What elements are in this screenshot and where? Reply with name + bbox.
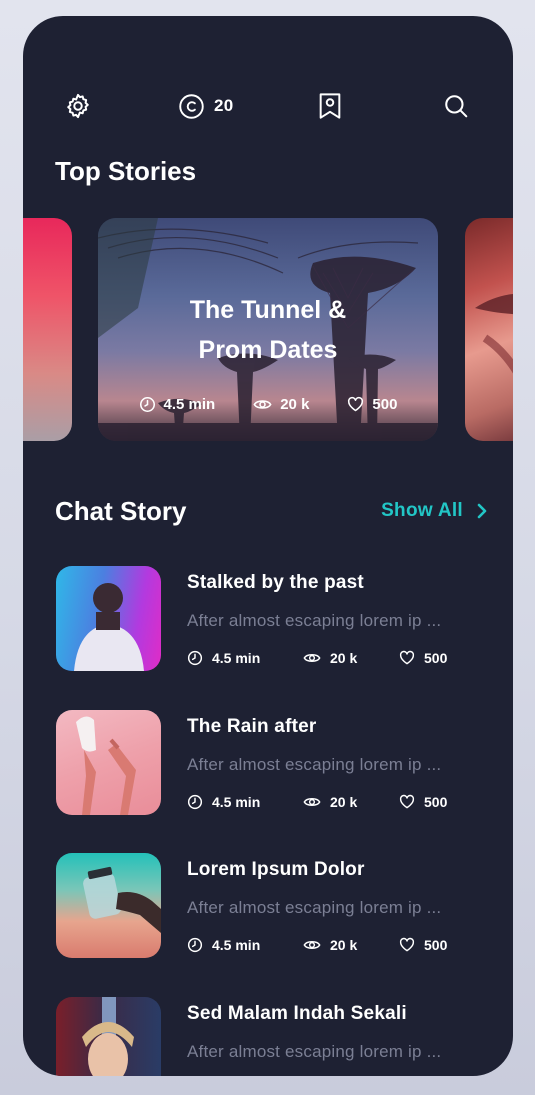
- featured-story-meta: 4.5 min 20 k 500: [98, 396, 438, 413]
- bookmarks-button[interactable]: [315, 91, 345, 121]
- duration-value: 4.5 min: [212, 937, 261, 953]
- list-item[interactable]: Stalked by the past After almost escapin…: [56, 566, 496, 671]
- eye-icon: [303, 654, 321, 662]
- views-stat: 20 k: [303, 650, 399, 666]
- story-description: After almost escaping lorem ip ...: [187, 1042, 442, 1061]
- likes-stat: 500: [347, 396, 397, 413]
- clock-icon: [187, 794, 203, 810]
- story-meta: 4.5 min 20 k 500: [187, 794, 447, 810]
- phone-screen: 20 Top Stories The Tunnel & Prom Dates 4…: [23, 16, 513, 1076]
- featured-title-line2: Prom Dates: [198, 336, 338, 364]
- likes-value: 500: [424, 937, 448, 953]
- story-title: The Rain after: [187, 716, 317, 737]
- eye-icon: [303, 941, 321, 949]
- top-stories-heading: Top Stories: [55, 156, 197, 186]
- top-bar: 20: [23, 91, 513, 121]
- likes-stat: 500: [399, 650, 447, 666]
- story-title: Lorem Ipsum Dolor: [187, 859, 365, 880]
- duration-stat: 4.5 min: [139, 396, 216, 413]
- settings-button[interactable]: [63, 91, 93, 121]
- featured-story-card[interactable]: The Tunnel & Prom Dates 4.5 min 20 k 500: [98, 218, 438, 441]
- views-value: 20 k: [330, 650, 358, 666]
- eye-icon: [303, 798, 321, 806]
- gear-icon: [67, 93, 89, 119]
- coin-icon: [179, 93, 204, 119]
- story-description: After almost escaping lorem ip ...: [187, 611, 442, 630]
- featured-title-line1: The Tunnel &: [189, 296, 347, 324]
- coin-count: 20: [214, 96, 234, 115]
- story-meta: 4.5 min 20 k 500: [187, 650, 447, 666]
- list-item[interactable]: Lorem Ipsum Dolor After almost escaping …: [56, 853, 496, 958]
- likes-value: 500: [424, 650, 448, 666]
- likes-value: 500: [372, 396, 398, 413]
- featured-story-title: The Tunnel & Prom Dates: [98, 290, 438, 370]
- clock-icon: [187, 937, 203, 953]
- coin-balance[interactable]: 20: [178, 91, 234, 121]
- views-value: 20 k: [330, 794, 358, 810]
- search-icon: [445, 95, 468, 118]
- likes-value: 500: [424, 794, 448, 810]
- story-title: Sed Malam Indah Sekali: [187, 1003, 407, 1024]
- list-item[interactable]: The Rain after After almost escaping lor…: [56, 710, 496, 815]
- story-thumbnail: [56, 566, 161, 671]
- heart-icon: [399, 794, 415, 809]
- story-thumbnail: [56, 853, 161, 958]
- story-title: Stalked by the past: [187, 572, 364, 593]
- heart-icon: [399, 937, 415, 952]
- story-thumbnail: [56, 710, 161, 815]
- views-value: 20 k: [330, 937, 358, 953]
- duration-stat: 4.5 min: [187, 794, 303, 810]
- clock-icon: [187, 650, 203, 666]
- bookmark-icon: [319, 93, 341, 119]
- story-card-previous[interactable]: [23, 218, 72, 441]
- views-value: 20 k: [280, 396, 310, 413]
- duration-value: 4.5 min: [212, 650, 261, 666]
- clock-icon: [139, 396, 155, 413]
- story-thumbnail: [56, 997, 161, 1076]
- story-description: After almost escaping lorem ip ...: [187, 898, 442, 917]
- eye-icon: [253, 400, 272, 409]
- search-button[interactable]: [441, 91, 471, 121]
- duration-value: 4.5 min: [212, 794, 261, 810]
- chat-story-heading: Chat Story: [55, 496, 187, 526]
- chevron-right-icon: [477, 503, 487, 519]
- views-stat: 20 k: [253, 396, 309, 413]
- duration-stat: 4.5 min: [187, 650, 303, 666]
- list-item[interactable]: Sed Malam Indah Sekali After almost esca…: [56, 997, 496, 1076]
- heart-icon: [348, 396, 364, 412]
- story-description: After almost escaping lorem ip ...: [187, 755, 442, 774]
- show-all-label: Show All: [381, 500, 463, 521]
- likes-stat: 500: [399, 937, 447, 953]
- duration-stat: 4.5 min: [187, 937, 303, 953]
- views-stat: 20 k: [303, 794, 399, 810]
- story-card-next[interactable]: [465, 218, 513, 441]
- views-stat: 20 k: [303, 937, 399, 953]
- show-all-button[interactable]: Show All: [381, 500, 487, 522]
- heart-icon: [399, 650, 415, 665]
- duration-value: 4.5 min: [163, 396, 216, 413]
- likes-stat: 500: [399, 794, 447, 810]
- story-meta: 4.5 min 20 k 500: [187, 937, 447, 953]
